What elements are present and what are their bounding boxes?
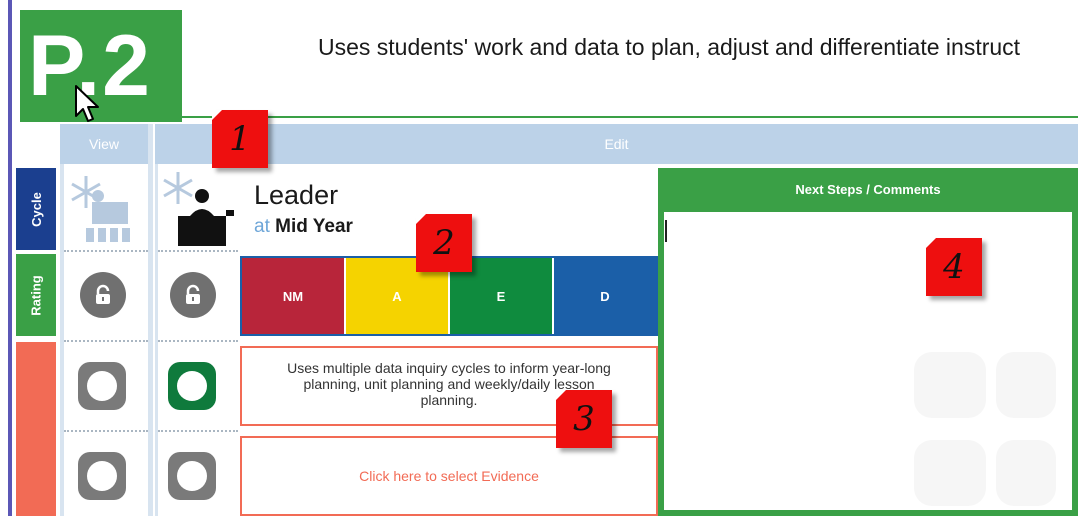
- column-separator: [148, 124, 153, 516]
- status-octagon-center: [87, 371, 117, 401]
- role-period: at Mid Year: [254, 216, 353, 238]
- tab-cycle[interactable]: Cycle: [16, 168, 56, 250]
- tab-evidence[interactable]: [16, 342, 56, 516]
- indicator-description: Uses students' work and data to plan, ad…: [318, 34, 1021, 60]
- status-octagon-icon[interactable]: [78, 362, 126, 410]
- rating-d-button[interactable]: D: [554, 258, 656, 334]
- teacher-at-desk-icon[interactable]: [160, 170, 240, 250]
- left-edge-line: [8, 0, 12, 516]
- faded-shape: [996, 440, 1056, 506]
- tab-rating[interactable]: Rating: [16, 254, 56, 336]
- status-octagon-center: [177, 461, 207, 491]
- status-octagon-center: [87, 461, 117, 491]
- role-title: Leader: [254, 180, 339, 210]
- callout-4: 4: [926, 238, 982, 296]
- unlock-glyph-icon: [96, 284, 110, 304]
- view-column-header: View: [60, 124, 148, 164]
- status-octagon-center: [177, 371, 207, 401]
- callout-1: 1: [212, 110, 268, 168]
- select-evidence-button[interactable]: Click here to select Evidence: [240, 436, 658, 516]
- unlock-icon[interactable]: [170, 272, 216, 318]
- row-divider: [64, 250, 148, 252]
- callout-2: 2: [416, 214, 472, 272]
- callout-3: 3: [556, 390, 612, 448]
- unlock-glyph-icon: [186, 284, 200, 304]
- faded-shape: [914, 352, 986, 418]
- faded-shape: [996, 352, 1056, 418]
- next-steps-header: Next Steps / Comments: [658, 168, 1078, 212]
- text-caret: [665, 220, 667, 242]
- period-label: Mid Year: [275, 216, 353, 237]
- status-octagon-icon[interactable]: [78, 452, 126, 500]
- rubric-screen: P.2 Uses students' work and data to plan…: [0, 0, 1078, 516]
- tab-cycle-label: Cycle: [28, 191, 44, 227]
- arrow-cursor-icon: [75, 85, 99, 122]
- edit-column-header: Edit: [155, 124, 1078, 164]
- row-divider: [158, 340, 238, 342]
- row-divider: [64, 340, 148, 342]
- status-octagon-icon[interactable]: [168, 452, 216, 500]
- rating-nm-button[interactable]: NM: [242, 258, 346, 334]
- row-divider: [64, 430, 148, 432]
- snowflake-teacher-icon[interactable]: [68, 172, 138, 246]
- tab-rating-label: Rating: [28, 274, 44, 316]
- row-divider: [158, 250, 238, 252]
- faded-shape: [914, 440, 986, 506]
- at-label: at: [254, 216, 270, 237]
- header-divider: [180, 116, 1078, 118]
- unlock-icon[interactable]: [80, 272, 126, 318]
- status-octagon-icon[interactable]: [168, 362, 216, 410]
- row-divider: [158, 430, 238, 432]
